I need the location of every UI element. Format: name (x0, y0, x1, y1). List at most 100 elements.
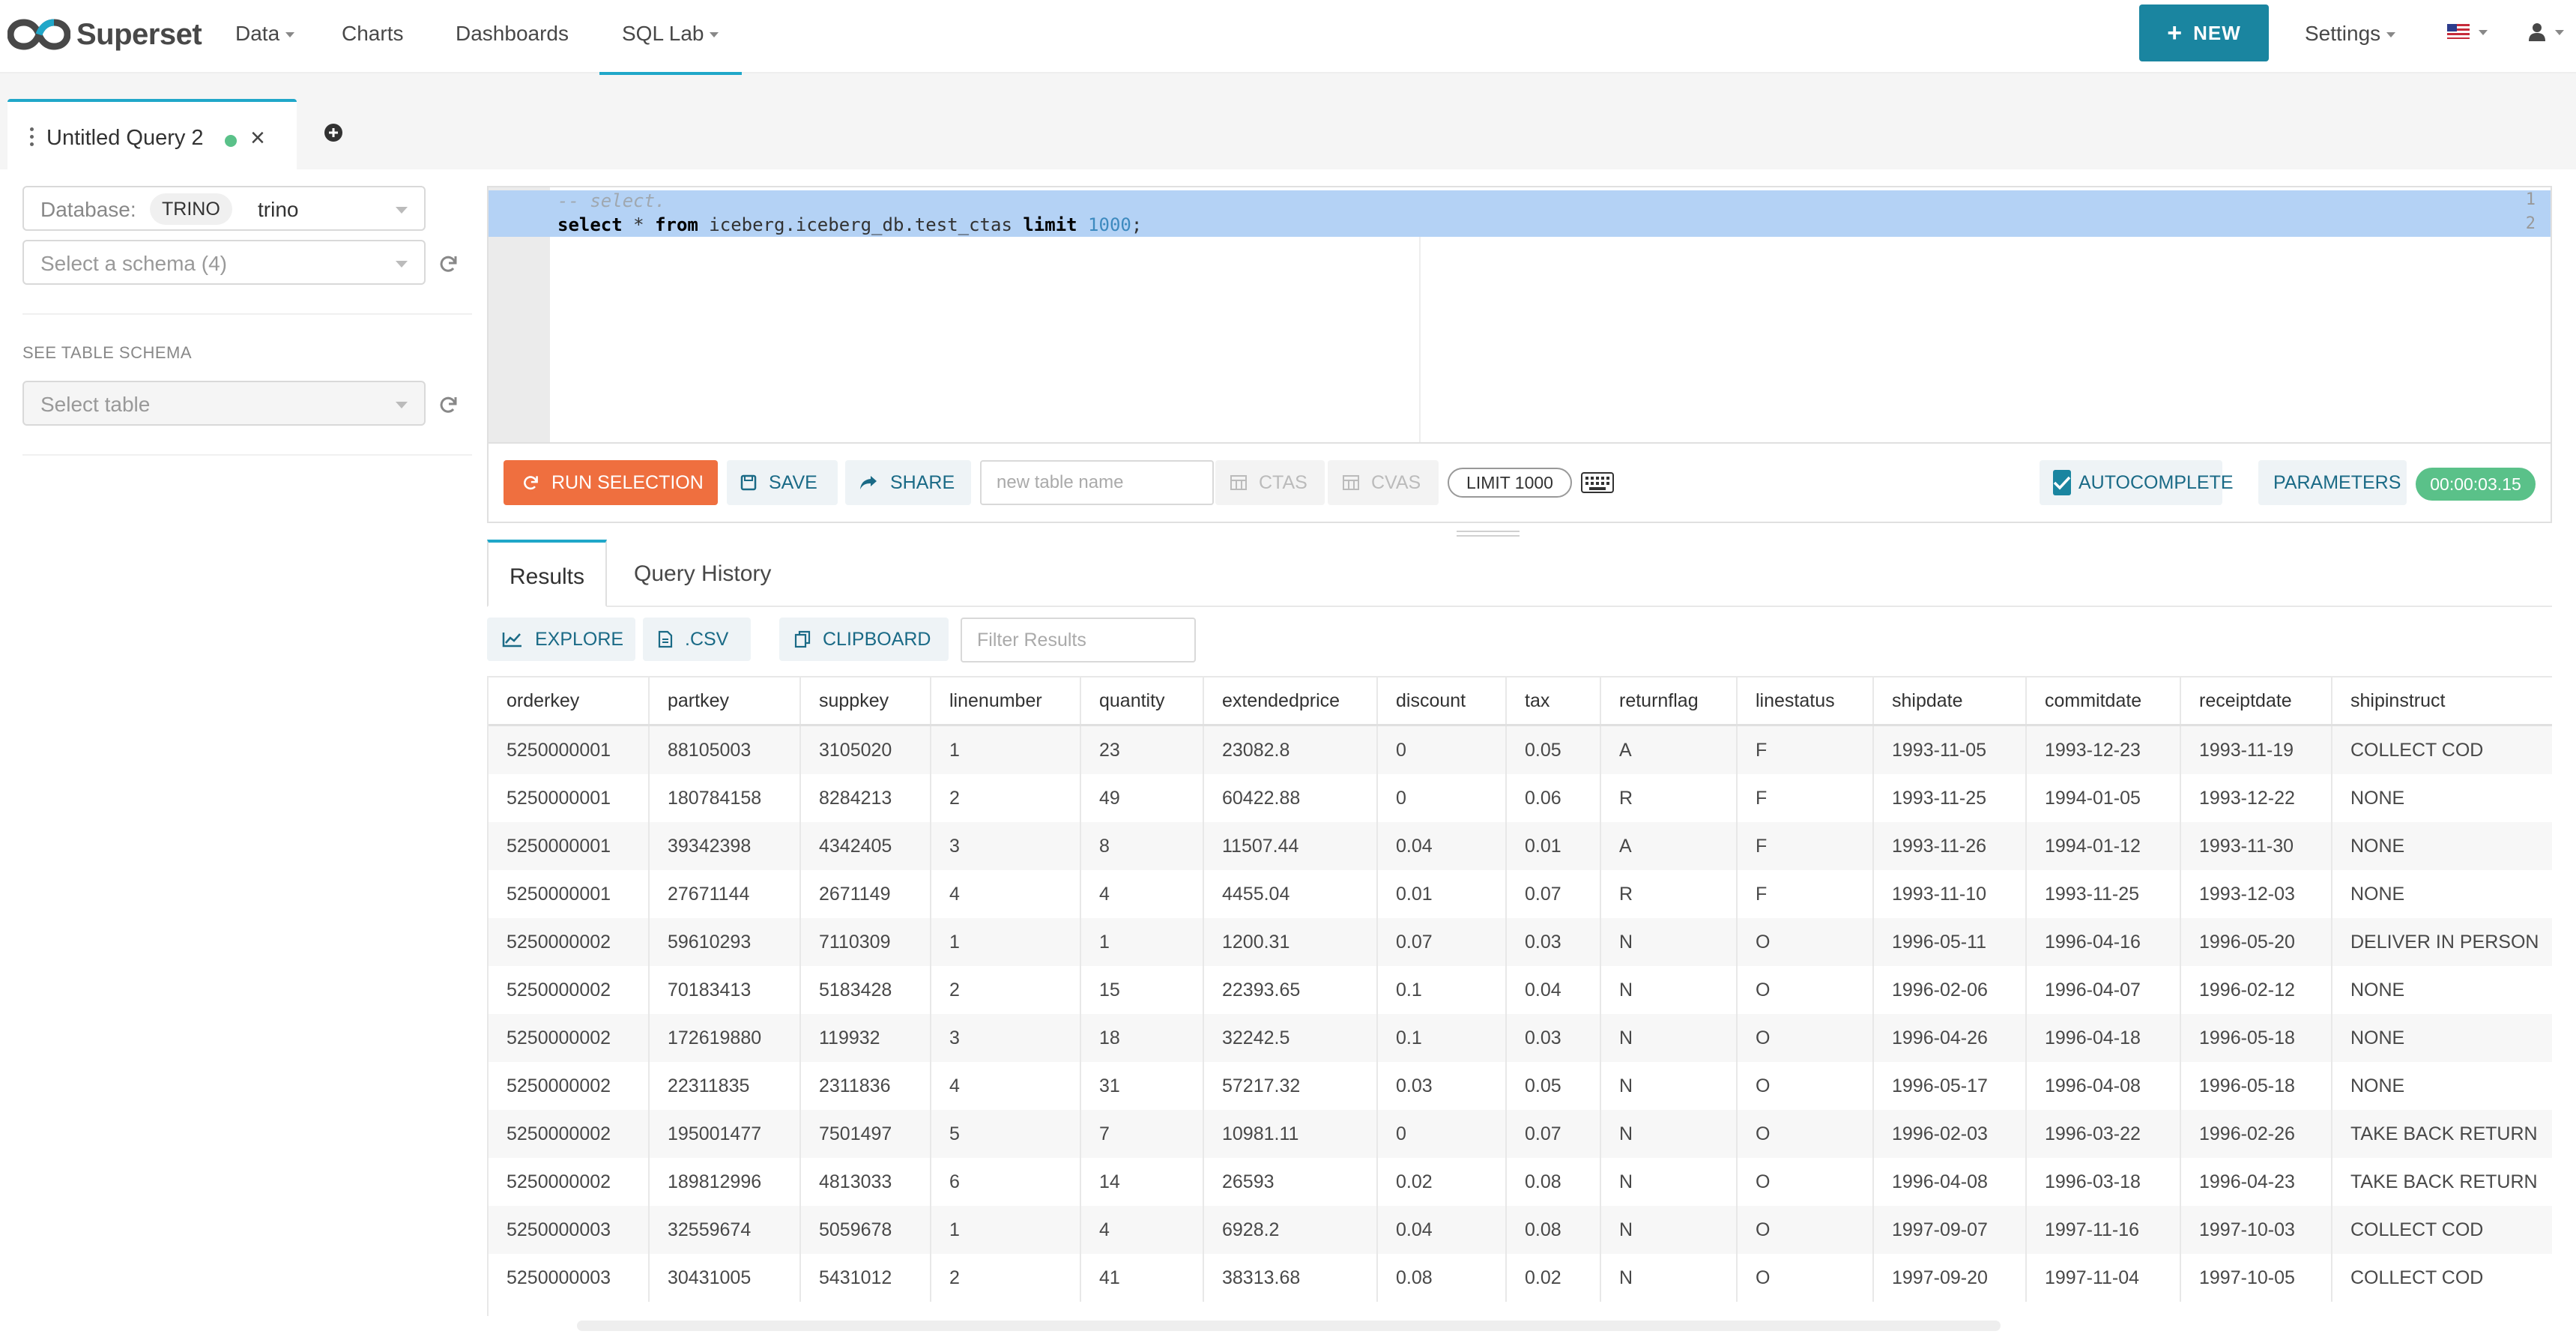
database-select[interactable]: Database: TRINO trino (22, 186, 426, 231)
sql-editor[interactable]: 1 2 -- select. select * from iceberg.ice… (487, 186, 2552, 444)
filter-results-input[interactable]: Filter Results (961, 618, 1196, 663)
column-header-shipdate[interactable]: shipdate (1873, 677, 2026, 725)
explore-button[interactable]: EXPLORE (487, 618, 635, 661)
checkbox-checked-icon[interactable] (2053, 470, 2071, 495)
table-cell: 1997-11-16 (2026, 1206, 2180, 1254)
column-header-shipinstruct[interactable]: shipinstruct (2332, 677, 2552, 725)
column-header-orderkey[interactable]: orderkey (489, 677, 649, 725)
new-button[interactable]: + NEW (2139, 4, 2269, 61)
parameters-button[interactable]: PARAMETERS (2258, 460, 2407, 505)
new-table-name-placeholder: new table name (997, 472, 1123, 492)
column-header-extendedprice[interactable]: extendedprice (1203, 677, 1377, 725)
table-cell: 1 (931, 1206, 1080, 1254)
keyboard-shortcuts-icon[interactable] (1581, 472, 1614, 493)
table-select[interactable]: Select table (22, 381, 426, 426)
nav-data-menu[interactable]: Data (235, 0, 294, 70)
settings-menu[interactable]: Settings (2305, 0, 2395, 70)
ctas-button[interactable]: CTAS (1215, 460, 1325, 505)
column-header-linenumber[interactable]: linenumber (931, 677, 1080, 725)
table-cell: 0 (1377, 774, 1506, 822)
tab-query-history[interactable]: Query History (634, 540, 771, 607)
schema-select[interactable]: Select a schema (4) (22, 240, 426, 285)
refresh-tables-icon[interactable] (438, 394, 459, 415)
table-cell: 1994-01-12 (2026, 822, 2180, 870)
tab-query-history-label: Query History (634, 561, 771, 586)
table-cell: 10981.11 (1203, 1110, 1377, 1158)
query-tab-active[interactable]: Untitled Query 2 × (7, 99, 297, 171)
table-cell: 2311836 (800, 1062, 931, 1110)
nav-sqllab-menu[interactable]: SQL Lab (622, 0, 719, 70)
column-header-suppkey[interactable]: suppkey (800, 677, 931, 725)
nav-dashboards-label: Dashboards (456, 22, 569, 45)
us-flag-icon[interactable] (2447, 24, 2470, 39)
user-icon[interactable] (2528, 22, 2546, 42)
table-row: 525000000219500147775014975710981.1100.0… (489, 1110, 2552, 1158)
table-cell: 0.04 (1377, 1206, 1506, 1254)
nav-charts[interactable]: Charts (342, 0, 403, 70)
code-token: ; (1131, 214, 1142, 235)
table-cell: 4 (1080, 1206, 1203, 1254)
limit-dropdown[interactable]: LIMIT 1000 (1448, 468, 1572, 498)
table-cell: 4813033 (800, 1158, 931, 1206)
table-cell: DELIVER IN PERSON (2332, 918, 2552, 966)
language-chevron-icon[interactable] (2479, 30, 2488, 35)
table-cell: 195001477 (649, 1110, 800, 1158)
cvas-button[interactable]: CVAS (1328, 460, 1439, 505)
table-cell: 0.03 (1377, 1062, 1506, 1110)
table-cell: 6928.2 (1203, 1206, 1377, 1254)
table-cell: 5250000001 (489, 822, 649, 870)
table-cell: 1993-11-05 (1873, 725, 2026, 775)
table-cell: N (1600, 918, 1737, 966)
table-cell: O (1737, 966, 1873, 1014)
table-cell: 1993-11-25 (1873, 774, 2026, 822)
column-header-commitdate[interactable]: commitdate (2026, 677, 2180, 725)
add-tab-icon[interactable] (324, 123, 343, 142)
pane-resize-handle[interactable] (1457, 531, 1520, 540)
table-row: 5250000002596102937110309111200.310.070.… (489, 918, 2552, 966)
close-icon[interactable]: × (250, 124, 265, 151)
horizontal-scrollbar[interactable] (577, 1321, 2001, 1331)
code-line-2: select * from iceberg.iceberg_db.test_ct… (557, 214, 1142, 235)
column-header-receiptdate[interactable]: receiptdate (2180, 677, 2332, 725)
tab-results[interactable]: Results (487, 540, 607, 607)
table-cell: NONE (2332, 1062, 2552, 1110)
column-header-tax[interactable]: tax (1506, 677, 1600, 725)
nav-charts-label: Charts (342, 22, 403, 45)
copy-to-clipboard-button[interactable]: CLIPBOARD (779, 618, 949, 661)
table-cell: 0.01 (1377, 870, 1506, 918)
table-row: 52500000021898129964813033614265930.020.… (489, 1158, 2552, 1206)
code-number: 1000 (1077, 214, 1131, 235)
column-header-partkey[interactable]: partkey (649, 677, 800, 725)
user-chevron-icon[interactable] (2555, 30, 2564, 35)
table-cell: 5250000002 (489, 1110, 649, 1158)
plus-icon: + (2167, 19, 2183, 48)
drag-handle-icon[interactable] (30, 127, 34, 150)
table-cell: 172619880 (649, 1014, 800, 1062)
save-button[interactable]: SAVE (727, 460, 838, 505)
run-selection-button[interactable]: RUN SELECTION (504, 460, 718, 505)
table-cell: 1996-03-18 (2026, 1158, 2180, 1206)
share-button[interactable]: SHARE (845, 460, 971, 505)
column-header-linestatus[interactable]: linestatus (1737, 677, 1873, 725)
column-header-discount[interactable]: discount (1377, 677, 1506, 725)
line-number: 1 (2526, 190, 2536, 209)
column-header-returnflag[interactable]: returnflag (1600, 677, 1737, 725)
table-cell: 0.02 (1377, 1158, 1506, 1206)
column-header-quantity[interactable]: quantity (1080, 677, 1203, 725)
table-cell: COLLECT COD (2332, 1254, 2552, 1302)
run-selection-label: RUN SELECTION (551, 472, 704, 494)
superset-logo[interactable]: Superset (7, 13, 202, 55)
table-cell: NONE (2332, 1014, 2552, 1062)
download-csv-button[interactable]: .CSV (643, 618, 751, 661)
nav-dashboards[interactable]: Dashboards (456, 0, 569, 70)
table-cell: 0.06 (1506, 774, 1600, 822)
table-cell: 5 (931, 1110, 1080, 1158)
refresh-schemas-icon[interactable] (438, 253, 459, 274)
table-cell: 1993-12-23 (2026, 725, 2180, 775)
table-cell: 1996-02-26 (2180, 1110, 2332, 1158)
table-cell: 23082.8 (1203, 725, 1377, 775)
autocomplete-toggle[interactable]: AUTOCOMPLETE (2040, 460, 2222, 505)
new-table-name-input[interactable]: new table name (980, 460, 1214, 505)
clipboard-label: CLIPBOARD (823, 629, 931, 651)
table-cell: 1996-05-18 (2180, 1014, 2332, 1062)
